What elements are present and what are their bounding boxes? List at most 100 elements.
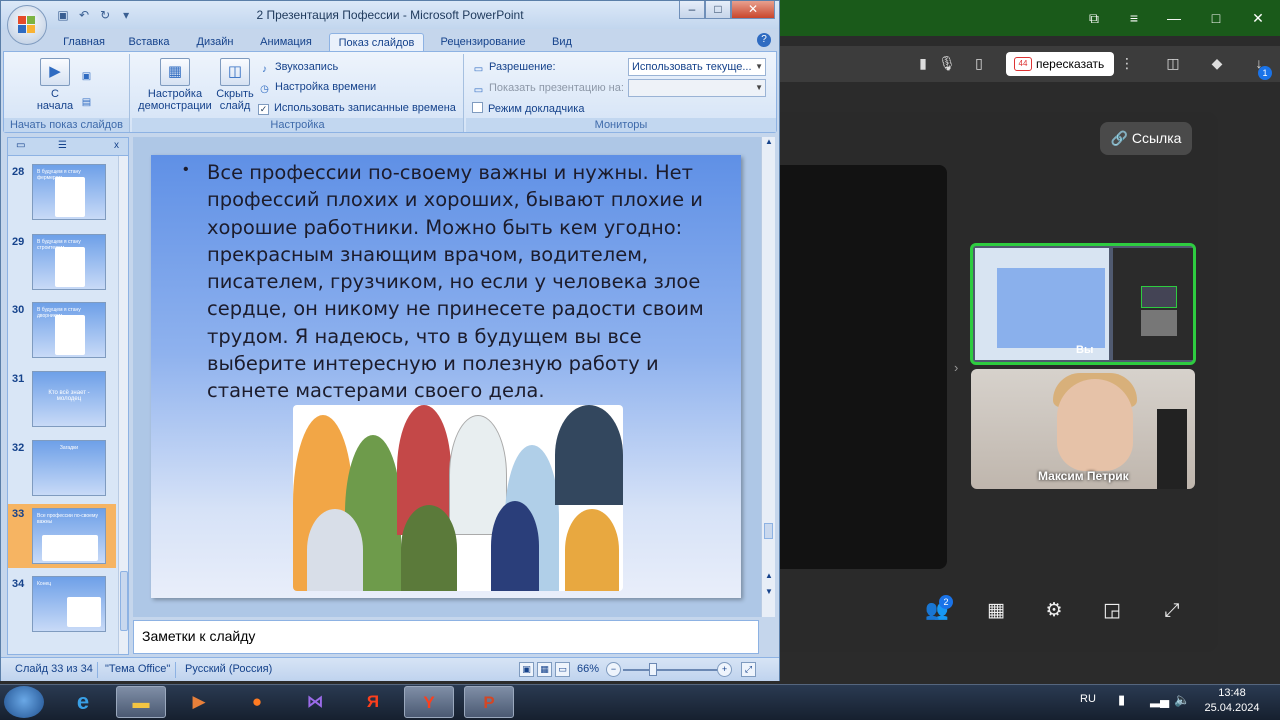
undo-icon[interactable]: ↶ (76, 7, 92, 23)
language-indicator[interactable]: Русский (Россия) (185, 663, 272, 675)
previous-slide-icon[interactable]: ▲ (764, 571, 774, 580)
close-panel-icon[interactable]: x (114, 140, 119, 151)
scroll-up-icon[interactable]: ▲ (764, 137, 774, 146)
ie-icon[interactable]: e (58, 686, 108, 718)
tab-design[interactable]: Дизайн (187, 33, 243, 51)
record-narration-button[interactable]: ♪ Звукозапись (258, 59, 338, 75)
chevron-right-icon[interactable]: › (954, 360, 958, 375)
tab-review[interactable]: Рецензирование (433, 33, 533, 51)
picture-in-picture-icon[interactable]: ⧉ (1084, 8, 1104, 28)
settings-icon[interactable]: ⚙ (1041, 598, 1067, 624)
resolution-select[interactable]: Использовать текуще... ▼ (628, 58, 766, 76)
slide-notes[interactable]: Заметки к слайду (133, 620, 759, 654)
thumbnail-slide-34[interactable]: 34 Конец (8, 576, 116, 638)
thumbnails-scroll-thumb[interactable] (120, 571, 128, 631)
start-button[interactable] (4, 686, 44, 718)
volume-icon[interactable]: 🔈 (1174, 692, 1190, 708)
thumbnail-slide-32[interactable]: 32 Загадки (8, 440, 116, 502)
tab-slideshow[interactable]: Показ слайдов (329, 33, 424, 51)
slides-tab-icon[interactable]: ▭ (16, 140, 25, 151)
zoom-slider[interactable] (623, 669, 719, 671)
thumbnail-slide-29[interactable]: 29 В будущем я стану строителем (8, 234, 116, 296)
fullscreen-icon[interactable]: ⤢ (1159, 598, 1185, 624)
network-icon[interactable]: ▮ (1118, 692, 1125, 708)
group-start-label: Начать показ слайдов (4, 118, 129, 132)
hide-slide-button[interactable]: ◫ Скрыть слайд (212, 58, 258, 112)
help-icon[interactable]: ? (757, 33, 771, 47)
status-bar: Слайд 33 из 34 "Тема Office" Русский (Ро… (1, 657, 779, 681)
extension-icon[interactable]: ◆ (1208, 54, 1226, 72)
thumbnail-image: Конец (32, 576, 106, 632)
checkbox-empty (472, 102, 483, 113)
tab-view[interactable]: Вид (543, 33, 581, 51)
custom-show-button[interactable]: ▤ (80, 92, 97, 108)
presenter-view-checkbox[interactable]: Режим докладчика (472, 101, 584, 117)
theme-name[interactable]: "Тема Office" (105, 663, 170, 675)
tab-insert[interactable]: Вставка (121, 33, 177, 51)
powerpoint-task-icon[interactable]: P (464, 686, 514, 718)
sidebar-icon[interactable]: ◫ (1164, 54, 1182, 72)
slide-scrollbar[interactable]: ▲ ▲ ▼ (761, 137, 775, 617)
from-start-line1: С (51, 88, 59, 100)
grid-icon[interactable]: ▦ (983, 598, 1009, 624)
thumbnail-slide-33[interactable]: 33 Все профессии по-своему важны (8, 504, 116, 568)
zoom-level[interactable]: 66% (577, 663, 599, 675)
thumbnail-slide-31[interactable]: 31 Кто всё знает - молодец (8, 371, 116, 433)
current-slide[interactable]: • Все профессии по-своему важны и нужны.… (151, 155, 741, 598)
professions-picture[interactable] (293, 405, 623, 591)
group-monitors-label: Мониторы (466, 118, 776, 132)
outline-tab-icon[interactable]: ☰ (58, 140, 67, 151)
more-icon[interactable]: ⋮ (1118, 54, 1136, 72)
normal-view-icon[interactable]: ▣ (519, 662, 534, 677)
vscode-icon[interactable]: ⋈ (290, 686, 340, 718)
yandex-browser-icon[interactable]: Y (404, 686, 454, 718)
show-on-select[interactable]: ▼ (628, 79, 766, 97)
rehearse-timings-button[interactable]: ◷ Настройка времени (258, 79, 376, 95)
use-timings-checkbox[interactable]: ✓ Использовать записанные времена (258, 100, 456, 116)
sorter-view-icon[interactable]: ▦ (537, 662, 552, 677)
minimize-icon[interactable]: — (1164, 8, 1184, 28)
from-start-button[interactable]: ▶ С начала (30, 58, 80, 112)
office-button[interactable] (7, 5, 47, 45)
link-button[interactable]: 🔗 Ссылка (1100, 122, 1192, 155)
slide-body-text[interactable]: Все профессии по-своему важны и нужны. Н… (207, 159, 727, 405)
clock-time[interactable]: 13:48 (1202, 687, 1262, 699)
redo-icon[interactable]: ↻ (97, 7, 113, 23)
setup-show-button[interactable]: ▦ Настройка демонстрации (136, 58, 214, 112)
slideshow-view-icon[interactable]: ▭ (555, 662, 570, 677)
zoom-in-icon[interactable]: + (717, 662, 732, 677)
from-current-slide-button[interactable]: ▣ (80, 66, 97, 82)
yandex-icon[interactable]: Я (348, 686, 398, 718)
layout-icon[interactable]: ◲ (1099, 598, 1125, 624)
ppt-minimize-button[interactable]: – (679, 1, 705, 19)
firefox-icon[interactable]: ● (232, 686, 282, 718)
menu-icon[interactable]: ≡ (1124, 8, 1144, 28)
thumbnail-slide-28[interactable]: 28 В будущем я стану фермером (8, 164, 116, 226)
ppt-maximize-button[interactable]: □ (705, 1, 731, 19)
hide-slide-line1: Скрыть (216, 88, 254, 100)
microphone-icon[interactable]: 🎙 (938, 54, 956, 72)
next-slide-icon[interactable]: ▼ (764, 587, 774, 596)
clock-date[interactable]: 25.04.2024 (1202, 702, 1262, 714)
media-player-icon[interactable]: ▶ (174, 686, 224, 718)
resolution-value: Использовать текуще... (632, 61, 752, 73)
zoom-slider-thumb[interactable] (649, 663, 657, 676)
save-icon[interactable]: ▣ (55, 7, 71, 23)
signal-icon[interactable]: ▂▄ (1150, 692, 1169, 708)
close-icon[interactable]: ✕ (1248, 8, 1268, 28)
slide-thumbnails-panel: ▭ ☰ x 28 В будущем я стану фермером 29 В… (7, 137, 129, 655)
tab-home[interactable]: Главная (57, 33, 111, 51)
qat-dropdown-icon[interactable]: ▾ (118, 7, 134, 23)
input-language[interactable]: RU (1080, 693, 1096, 705)
maximize-icon[interactable]: □ (1206, 8, 1226, 28)
tab-animation[interactable]: Анимация (253, 33, 319, 51)
ppt-close-button[interactable]: ✕ (731, 1, 775, 19)
fit-to-window-icon[interactable]: ⤢ (741, 662, 756, 677)
zoom-out-icon[interactable]: − (606, 662, 621, 677)
slide-scroll-thumb[interactable] (764, 523, 773, 539)
camera-icon[interactable]: ▮ (914, 54, 932, 72)
thumbnails-scrollbar[interactable] (118, 156, 128, 654)
explorer-icon[interactable]: ▬ (116, 686, 166, 718)
thumbnail-slide-30[interactable]: 30 В будущем я стану дворником (8, 302, 116, 364)
bookmark-icon[interactable]: ▯ (970, 54, 988, 72)
